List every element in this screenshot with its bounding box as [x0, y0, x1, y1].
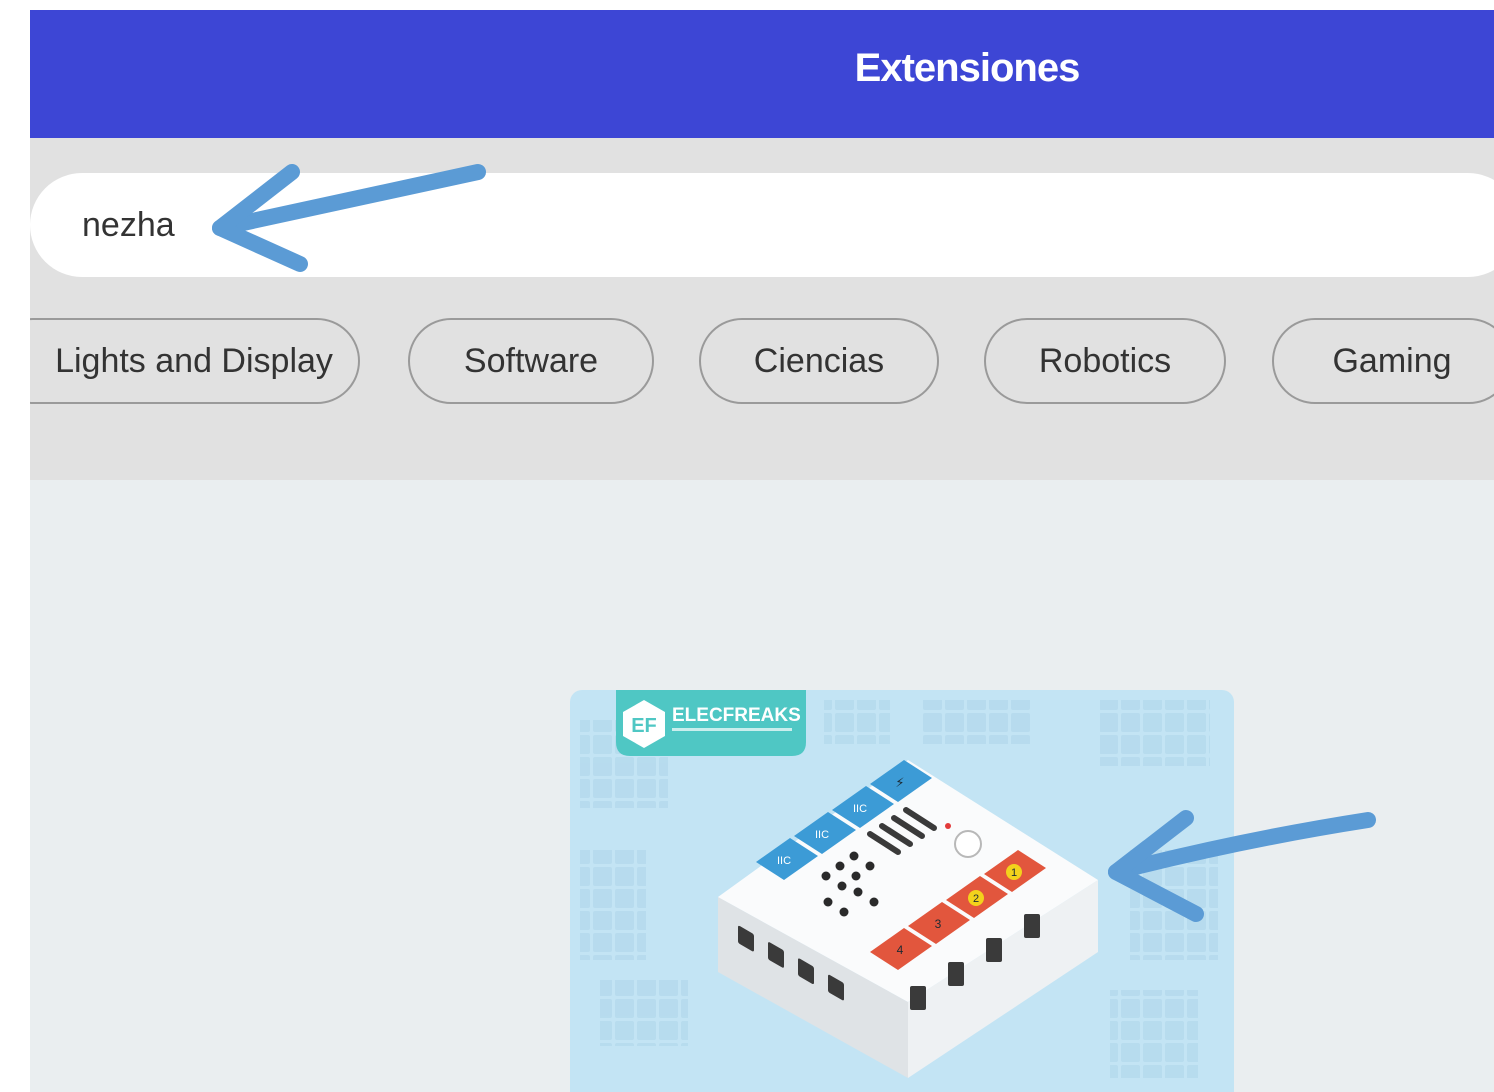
dialog-header: Extensiones [30, 10, 1494, 138]
svg-text:3: 3 [935, 917, 942, 931]
svg-text:EF: EF [631, 715, 657, 737]
category-chip-gaming[interactable]: Gaming [1272, 318, 1494, 404]
search-input[interactable] [30, 173, 1494, 277]
svg-text:IIC: IIC [815, 829, 829, 841]
category-chip-robotics[interactable]: Robotics [984, 318, 1226, 404]
nezha-board-image: EF ELECFREAKS IIC IIC IIC ⚡ 4 3 2 1 [580, 690, 1218, 1078]
category-chip-software[interactable]: Software [408, 318, 654, 404]
elecfreaks-logo: EF ELECFREAKS [616, 690, 806, 756]
brand-text: ELECFREAKS [672, 705, 801, 726]
dialog-title: Extensiones [854, 46, 1081, 90]
svg-text:⚡: ⚡ [895, 776, 904, 791]
svg-text:4: 4 [897, 943, 904, 957]
category-chip-ciencias[interactable]: Ciencias [699, 318, 939, 404]
svg-text:IIC: IIC [777, 855, 791, 867]
search-and-filter-bar: Lights and Display Software Ciencias Rob… [30, 138, 1494, 480]
category-chip-lights-and-display[interactable]: Lights and Display [30, 318, 360, 404]
svg-text:1: 1 [1011, 867, 1017, 879]
extension-card-nezha[interactable]: EF ELECFREAKS IIC IIC IIC ⚡ 4 3 2 1 [570, 690, 1234, 1092]
svg-text:2: 2 [973, 893, 979, 905]
svg-text:IIC: IIC [853, 803, 867, 815]
extensions-dialog: Extensiones Lights and Display Software … [30, 10, 1494, 1092]
